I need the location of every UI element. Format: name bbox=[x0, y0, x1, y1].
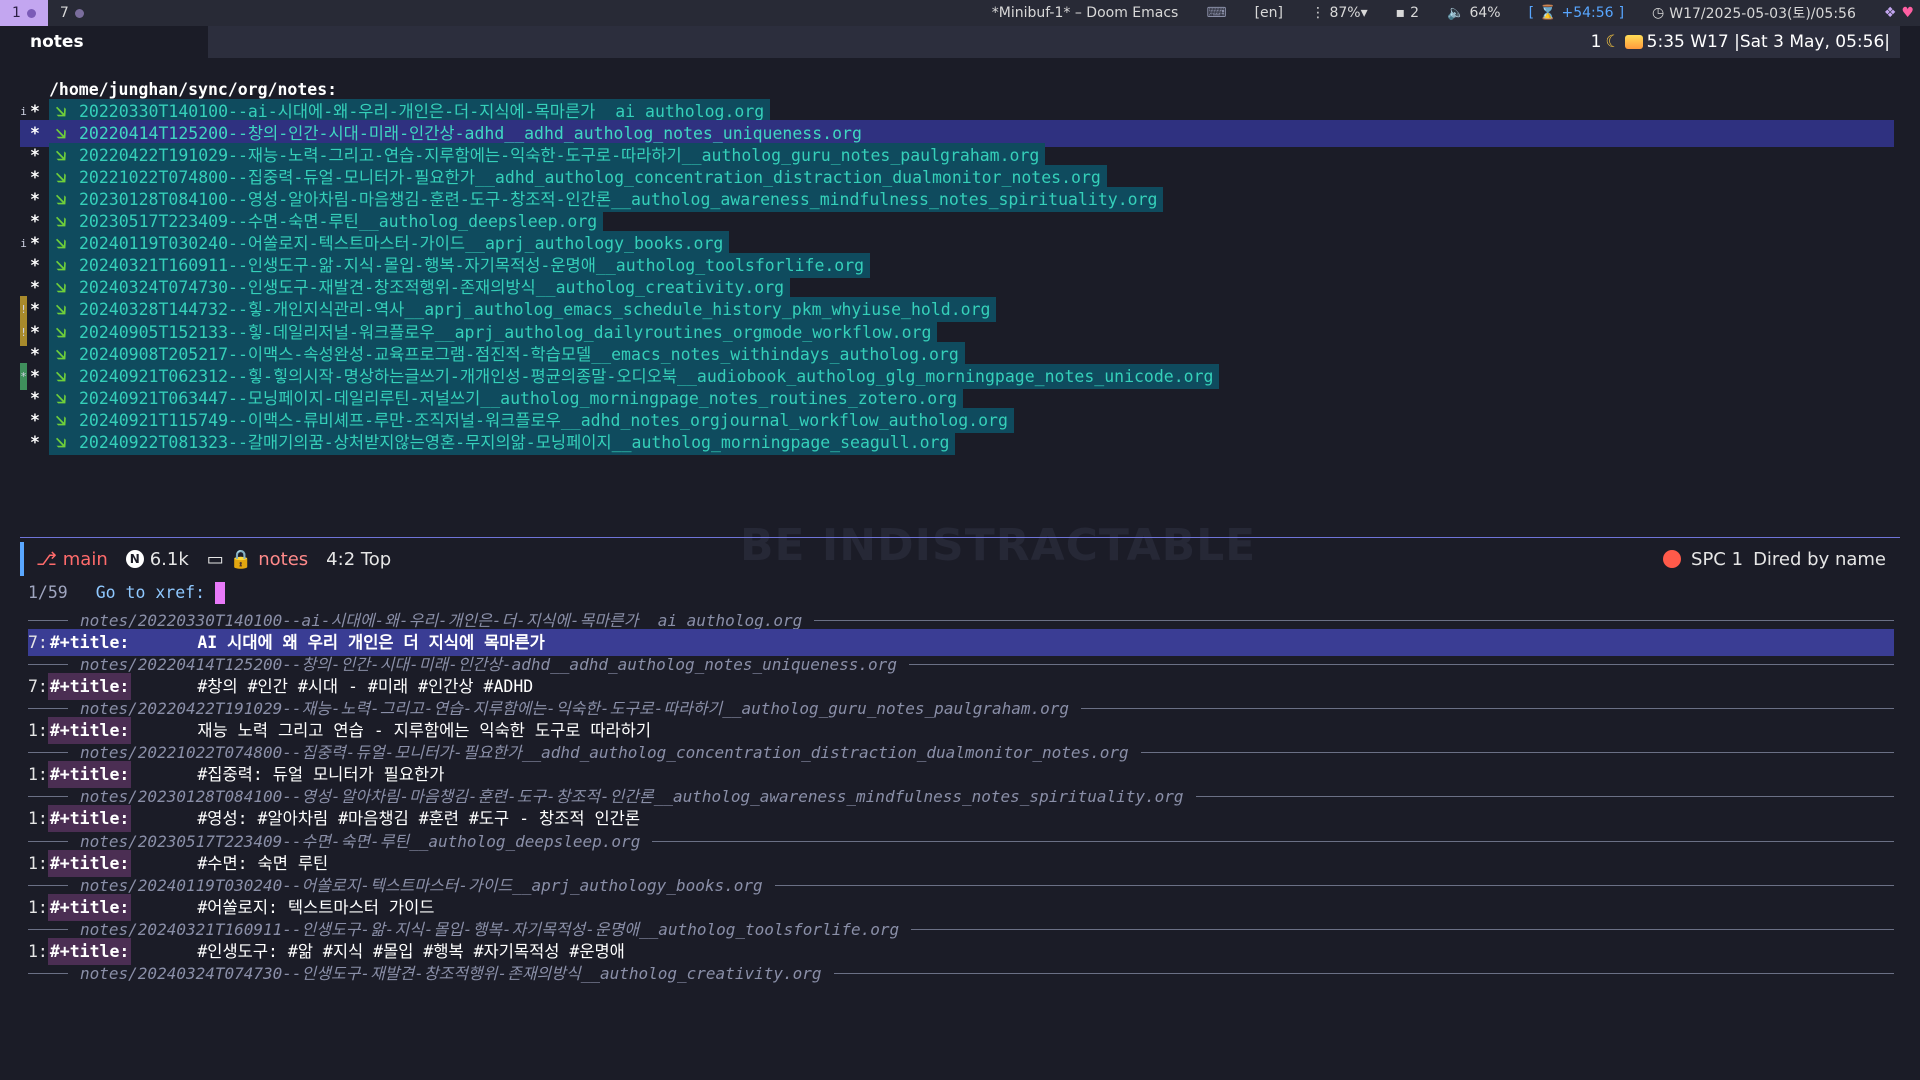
group-rule bbox=[911, 928, 1894, 930]
group-rule bbox=[28, 884, 68, 886]
speaker-icon: 🔈 bbox=[1447, 5, 1465, 21]
input-cursor[interactable] bbox=[215, 581, 226, 604]
modeline-right: SPC 1 Dired by name bbox=[1663, 549, 1886, 570]
hourglass-icon: ⌛ bbox=[1539, 5, 1557, 21]
cpu-indicator[interactable]: ⋮ 87%▾ bbox=[1311, 5, 1368, 21]
modeline-indicator-bar bbox=[20, 542, 24, 576]
buffer-name[interactable]: ▭ 🔒 notes bbox=[207, 549, 308, 570]
group-file-path: notes/20240324T074730--인생도구-재발견-창조적행위-존재… bbox=[80, 963, 822, 983]
dired-file-row[interactable]: * 🡦 20240922T081323--갈매기의꿈-상처받지않는영혼-무지의앎-모… bbox=[20, 429, 1894, 456]
tab-line: notes 1 ☾ 5:35 W17 |Sat 3 May, 05:56| bbox=[20, 26, 1900, 58]
bracket-right: ] bbox=[1618, 5, 1625, 21]
flame-icon[interactable]: ♥ bbox=[1901, 5, 1914, 21]
group-rule bbox=[774, 884, 1894, 886]
dired-file-name: 20240922T081323--갈매기의꿈-상처받지않는영혼-무지의앎-모닝페… bbox=[79, 432, 950, 452]
dropbox-icon[interactable]: ❖ bbox=[1884, 5, 1897, 21]
group-rule bbox=[814, 620, 1894, 621]
clock-indicator[interactable]: ◷ W17/2025-05-03(토)/05:56 bbox=[1652, 3, 1856, 23]
system-topbar: 1 7 *Minibuf-1* – Doom Emacs ⌨ [en] ⋮ 87… bbox=[0, 0, 1920, 26]
workspace-dot-icon bbox=[74, 8, 84, 18]
org-file-icon: 🡦 bbox=[55, 432, 67, 452]
group-rule bbox=[28, 972, 68, 974]
xref-prompt: 1/59 Go to xref: bbox=[28, 579, 226, 606]
workspace-7[interactable]: 7 bbox=[48, 0, 96, 26]
fringe-marker bbox=[20, 429, 27, 456]
major-mode[interactable]: Dired by name bbox=[1753, 549, 1886, 570]
workspace-dot-icon bbox=[26, 8, 36, 18]
workspace-label: 7 bbox=[59, 5, 69, 21]
group-rule bbox=[28, 928, 68, 930]
tray-icons[interactable]: ❖ ♥ bbox=[1884, 5, 1914, 21]
group-rule bbox=[28, 664, 68, 666]
clock-icon: ◷ bbox=[1652, 5, 1665, 21]
group-rule bbox=[652, 840, 1894, 842]
group-rule bbox=[28, 708, 68, 710]
dired-file-entry[interactable]: 🡦 20240922T081323--갈매기의꿈-상처받지않는영혼-무지의앎-모닝… bbox=[49, 429, 956, 455]
dired-mark: * bbox=[30, 432, 40, 452]
git-branch[interactable]: ⎇ main bbox=[36, 549, 108, 570]
chat-icon: ▪ bbox=[1395, 5, 1406, 21]
mode-line: ⎇ main N 6.1k ▭ 🔒 notes 4:2 Top SPC 1 Di… bbox=[20, 537, 1900, 580]
modeline-state: N 6.1k bbox=[125, 549, 189, 570]
group-rule bbox=[833, 972, 1894, 974]
folder-icon: ▭ bbox=[206, 548, 224, 570]
group-rule bbox=[1140, 752, 1894, 754]
cursor-position: 4:2 Top bbox=[326, 548, 392, 570]
group-rule bbox=[28, 796, 68, 798]
volume-indicator[interactable]: 🔈 64% bbox=[1447, 5, 1501, 21]
dired-buffer: /home/junghan/sync/org/notes: i * 🡦 2022033… bbox=[20, 58, 1900, 536]
minibuffer: 1/59 Go to xref: notes/20220330T140100--… bbox=[20, 579, 1900, 1074]
bracket-left: [ bbox=[1528, 5, 1535, 21]
group-rule bbox=[28, 840, 68, 842]
tabline-status: 1 ☾ 5:35 W17 |Sat 3 May, 05:56| bbox=[1590, 32, 1890, 52]
group-rule bbox=[28, 752, 68, 754]
keyboard-icon: ⌨ bbox=[1206, 5, 1227, 21]
candidate-count: 1/59 bbox=[28, 583, 68, 602]
branch-icon: ⎇ bbox=[36, 548, 57, 570]
xref-group-header: notes/20240324T074730--인생도구-재발견-창조적행위-존재… bbox=[28, 960, 1894, 987]
lock-icon: 🔒 bbox=[229, 548, 253, 570]
notifications-indicator[interactable]: ▪ 2 bbox=[1396, 5, 1419, 21]
github-icon bbox=[1663, 550, 1682, 568]
workspace-1[interactable]: 1 bbox=[0, 0, 48, 26]
timer-indicator[interactable]: [ ⌛ +54:56 ] bbox=[1529, 5, 1624, 21]
prompt-label: Go to xref: bbox=[95, 583, 206, 602]
sunrise-icon bbox=[1624, 35, 1643, 49]
tab-notes[interactable]: notes bbox=[20, 26, 208, 58]
moon-icon: ☾ bbox=[1605, 32, 1621, 52]
narrow-badge-icon: N bbox=[125, 550, 144, 568]
window-title: *Minibuf-1* – Doom Emacs bbox=[991, 5, 1179, 21]
group-rule bbox=[1195, 796, 1894, 798]
workspace-label: SPC 1 bbox=[1691, 548, 1744, 570]
group-rule bbox=[1081, 708, 1894, 710]
group-rule bbox=[908, 664, 1894, 666]
language-indicator[interactable]: [en] bbox=[1255, 5, 1283, 21]
group-rule bbox=[28, 620, 68, 621]
workspace-label: 1 bbox=[12, 5, 21, 21]
